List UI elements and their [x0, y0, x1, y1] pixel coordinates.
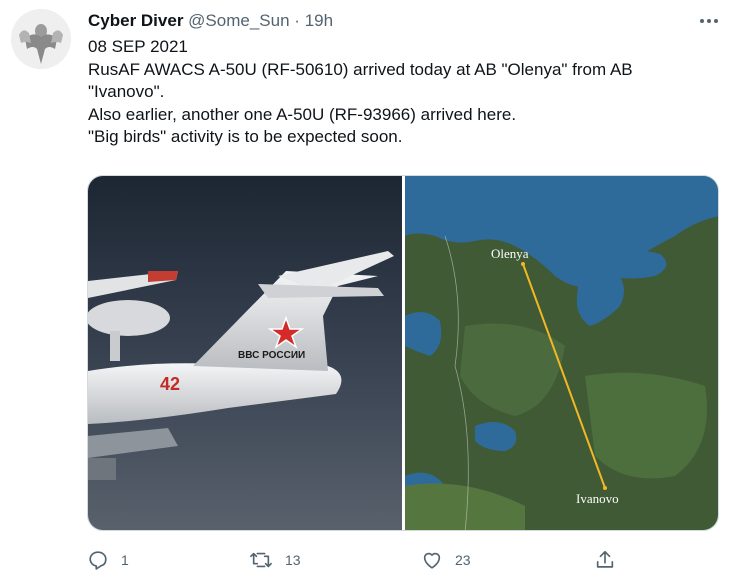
reply-icon	[89, 551, 107, 570]
tweet-line: 08 SEP 2021	[88, 37, 188, 56]
retweet-button[interactable]: 13	[249, 545, 301, 575]
action-bar: 1 13 23	[87, 545, 727, 575]
tweet-header: Cyber Diver @Some_Sun · 19h	[88, 10, 333, 32]
retweet-icon	[250, 552, 272, 568]
reply-button[interactable]: 1	[87, 545, 129, 575]
media-grid: ВВС РОССИИ 42 Olenya Ivanovo	[87, 175, 719, 531]
share-icon	[596, 550, 614, 568]
map-label-olenya: Olenya	[491, 246, 529, 261]
avatar[interactable]	[11, 9, 71, 69]
tweet-line: "Ivanovo".	[88, 82, 165, 101]
like-count: 23	[455, 552, 471, 568]
aircraft-number: 42	[160, 374, 180, 394]
avatar-image	[11, 9, 71, 69]
more-icon	[700, 19, 718, 23]
tweet-line: Also earlier, another one A-50U (RF-9396…	[88, 104, 517, 124]
reply-count: 1	[121, 552, 129, 568]
route-map[interactable]: Olenya Ivanovo	[405, 176, 718, 530]
tail-inscription: ВВС РОССИИ	[238, 350, 305, 361]
like-button[interactable]: 23	[421, 545, 471, 575]
map-label-ivanovo: Ivanovo	[576, 491, 619, 506]
tweet-line: RusAF AWACS A-50U (RF-50610) arrived tod…	[88, 59, 633, 79]
tweet-text: 08 SEP 2021 RusAF AWACS A-50U (RF-50610)…	[88, 36, 718, 149]
header-separator: ·	[294, 11, 300, 30]
retweet-count: 13	[285, 552, 301, 568]
user-handle[interactable]: @Some_Sun	[188, 11, 289, 30]
display-name[interactable]: Cyber Diver	[88, 11, 183, 30]
aircraft-photo[interactable]: ВВС РОССИИ 42	[88, 176, 402, 530]
more-options-button[interactable]	[693, 8, 725, 34]
tweet-line: "Big birds" activity is to be expected s…	[88, 127, 403, 146]
share-button[interactable]	[594, 545, 616, 575]
tweet-timestamp[interactable]: 19h	[305, 11, 333, 30]
like-icon	[423, 552, 441, 569]
